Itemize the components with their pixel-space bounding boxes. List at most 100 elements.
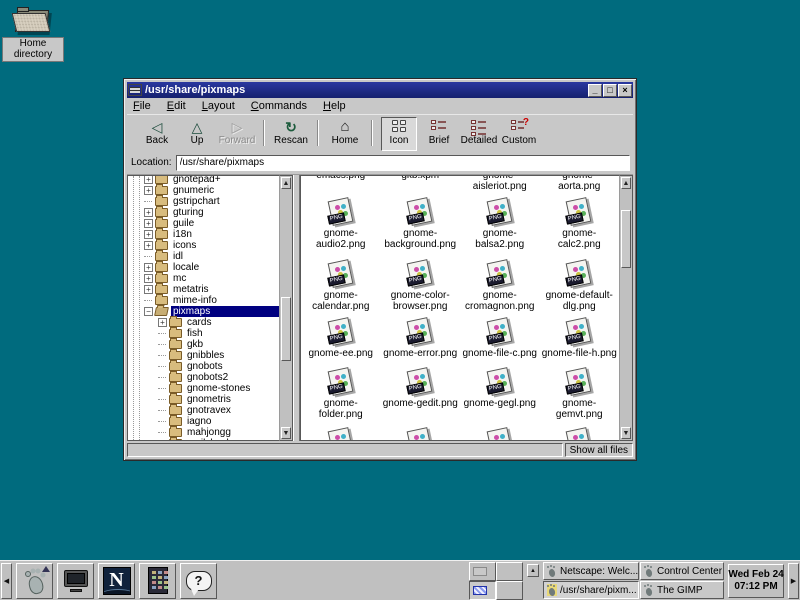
netscape-launcher[interactable]: N bbox=[98, 563, 135, 599]
tree-item-gnotravex[interactable]: gnotravex bbox=[128, 405, 279, 416]
panel-hide-left-button[interactable]: ◀ bbox=[1, 563, 12, 599]
task-button--usr-share-pixm-[interactable]: /usr/share/pixm... bbox=[543, 581, 639, 599]
menu-edit[interactable]: Edit bbox=[167, 100, 186, 112]
file-gnome-aisleriot.png[interactable]: PNGgnome-aisleriot.png bbox=[460, 175, 540, 192]
rescan-button[interactable]: ↻Rescan bbox=[273, 117, 309, 151]
tree-item-cards[interactable]: +cards bbox=[128, 317, 279, 328]
file-item[interactable]: PNG bbox=[460, 428, 540, 441]
tree-item-mahjongg[interactable]: mahjongg bbox=[128, 427, 279, 438]
file-gnome-gemvt.png[interactable]: PNGgnome-gemvt.png bbox=[540, 368, 620, 420]
up-button[interactable]: △Up bbox=[179, 117, 215, 151]
file-item[interactable]: PNG bbox=[540, 428, 620, 441]
tree-item-locale[interactable]: +locale bbox=[128, 262, 279, 273]
task-button-the-gimp[interactable]: The GIMP bbox=[640, 581, 724, 599]
iconview-scroll-thumb[interactable] bbox=[621, 210, 631, 268]
tree-item-gnumeric[interactable]: +gnumeric bbox=[128, 185, 279, 196]
file-gnome-aorta.png[interactable]: PNGgnome-aorta.png bbox=[540, 175, 620, 192]
expand-icon[interactable]: + bbox=[144, 219, 153, 228]
expand-icon[interactable]: + bbox=[144, 285, 153, 294]
terminal-launcher[interactable] bbox=[57, 563, 94, 599]
tree-item-gnobots[interactable]: gnobots bbox=[128, 361, 279, 372]
file-gnome-cromagnon.png[interactable]: PNGgnome-cromagnon.png bbox=[460, 260, 540, 312]
file-gnome-calendar.png[interactable]: PNGgnome-calendar.png bbox=[301, 260, 381, 312]
expand-icon[interactable]: + bbox=[144, 230, 153, 239]
window-menu-icon[interactable] bbox=[128, 84, 142, 96]
expand-icon[interactable]: + bbox=[144, 208, 153, 217]
file-gkb.xpm[interactable]: PNGgkb.xpm bbox=[381, 175, 461, 192]
keypad-launcher[interactable] bbox=[139, 563, 176, 599]
file-gnome-gegl.png[interactable]: PNGgnome-gegl.png bbox=[460, 368, 540, 420]
file-gnome-error.png[interactable]: PNGgnome-error.png bbox=[381, 318, 461, 359]
expand-icon[interactable]: + bbox=[144, 175, 153, 184]
tree-item-gstripchart[interactable]: gstripchart bbox=[128, 196, 279, 207]
file-gnome-folder.png[interactable]: PNGgnome-folder.png bbox=[301, 368, 381, 420]
pager-desktop-4[interactable] bbox=[496, 581, 523, 600]
location-input[interactable] bbox=[176, 155, 630, 171]
minimize-button[interactable]: _ bbox=[588, 84, 602, 97]
home-directory-shortcut[interactable]: Home directory bbox=[2, 6, 64, 62]
detailed-button[interactable]: Detailed bbox=[461, 117, 497, 151]
file-item[interactable]: PNG bbox=[301, 428, 381, 441]
tree-scrollbar[interactable]: ▲ ▼ bbox=[279, 175, 293, 441]
menu-help[interactable]: Help bbox=[323, 100, 346, 112]
tree-item-idl[interactable]: idl bbox=[128, 251, 279, 262]
back-button[interactable]: ◁Back bbox=[139, 117, 175, 151]
file-gnome-calc2.png[interactable]: PNGgnome-calc2.png bbox=[540, 198, 620, 250]
main-menu-button[interactable] bbox=[16, 563, 53, 599]
file-item[interactable]: PNG bbox=[381, 428, 461, 441]
file-gnome-file-h.png[interactable]: PNGgnome-file-h.png bbox=[540, 318, 620, 359]
close-button[interactable]: × bbox=[618, 84, 632, 97]
custom-button[interactable]: ?Custom bbox=[501, 117, 537, 151]
tree-scroll-thumb[interactable] bbox=[281, 297, 291, 360]
help-launcher[interactable]: ? bbox=[180, 563, 217, 599]
tree-item-mailcheck[interactable]: mailcheck bbox=[128, 438, 279, 441]
iconview-scrollbar[interactable]: ▲ ▼ bbox=[619, 175, 633, 441]
maximize-button[interactable]: □ bbox=[603, 84, 617, 97]
pager-desktop-2[interactable] bbox=[496, 562, 523, 581]
tree-item-pixmaps[interactable]: −pixmaps bbox=[128, 306, 279, 317]
pane-splitter[interactable] bbox=[293, 175, 300, 441]
tree-item-icons[interactable]: +icons bbox=[128, 240, 279, 251]
file-gnome-audio2.png[interactable]: PNGgnome-audio2.png bbox=[301, 198, 381, 250]
file-gnome-gedit.png[interactable]: PNGgnome-gedit.png bbox=[381, 368, 461, 420]
scroll-down-icon[interactable]: ▼ bbox=[281, 427, 291, 439]
scroll-up-icon[interactable]: ▲ bbox=[621, 177, 631, 189]
file-gnome-file-c.png[interactable]: PNGgnome-file-c.png bbox=[460, 318, 540, 359]
tree-item-fish[interactable]: fish bbox=[128, 328, 279, 339]
pager-desktop-3-active[interactable] bbox=[469, 581, 496, 600]
scroll-up-icon[interactable]: ▲ bbox=[281, 177, 291, 189]
titlebar[interactable]: /usr/share/pixmaps _ □ × bbox=[127, 82, 633, 98]
file-gnome-background.png[interactable]: PNGgnome-background.png bbox=[381, 198, 461, 250]
tree-item-mc[interactable]: +mc bbox=[128, 273, 279, 284]
tree-item-gnobots2[interactable]: gnobots2 bbox=[128, 372, 279, 383]
tasklist-arrow-button[interactable]: ▲ bbox=[527, 564, 539, 577]
tree-item-gnome-stones[interactable]: gnome-stones bbox=[128, 383, 279, 394]
icon-button[interactable]: Icon bbox=[381, 117, 417, 151]
desk-guide-pager[interactable] bbox=[469, 562, 523, 600]
pager-desktop-1[interactable] bbox=[469, 562, 496, 581]
expand-icon[interactable]: + bbox=[144, 274, 153, 283]
menu-commands[interactable]: Commands bbox=[251, 100, 307, 112]
file-emacs.png[interactable]: PNGemacs.png bbox=[301, 175, 381, 192]
tree-item-gkb[interactable]: gkb bbox=[128, 339, 279, 350]
expand-icon[interactable]: + bbox=[144, 186, 153, 195]
task-button-control-center[interactable]: Control Center bbox=[640, 562, 724, 580]
menu-file[interactable]: File bbox=[133, 100, 151, 112]
expand-icon[interactable]: + bbox=[144, 241, 153, 250]
scroll-down-icon[interactable]: ▼ bbox=[621, 427, 631, 439]
tree-item-i18n[interactable]: +i18n bbox=[128, 229, 279, 240]
task-button-netscape-welc-[interactable]: Netscape: Welc... bbox=[543, 562, 639, 580]
show-all-files[interactable]: Show all files bbox=[565, 443, 633, 457]
tree-item-gnotepad+[interactable]: +gnotepad+ bbox=[128, 175, 279, 185]
panel-clock[interactable]: Wed Feb 24 07:12 PM bbox=[728, 564, 784, 598]
collapse-icon[interactable]: − bbox=[144, 307, 153, 316]
file-gnome-color-browser.png[interactable]: PNGgnome-color-browser.png bbox=[381, 260, 461, 312]
file-gnome-ee.png[interactable]: PNGgnome-ee.png bbox=[301, 318, 381, 359]
tree-item-gnibbles[interactable]: gnibbles bbox=[128, 350, 279, 361]
tree-item-metatris[interactable]: +metatris bbox=[128, 284, 279, 295]
tree-item-iagno[interactable]: iagno bbox=[128, 416, 279, 427]
tree-item-gnometris[interactable]: gnometris bbox=[128, 394, 279, 405]
file-gnome-default-dlg.png[interactable]: PNGgnome-default-dlg.png bbox=[540, 260, 620, 312]
panel-hide-right-button[interactable]: ▶ bbox=[788, 563, 799, 599]
menu-layout[interactable]: Layout bbox=[202, 100, 235, 112]
